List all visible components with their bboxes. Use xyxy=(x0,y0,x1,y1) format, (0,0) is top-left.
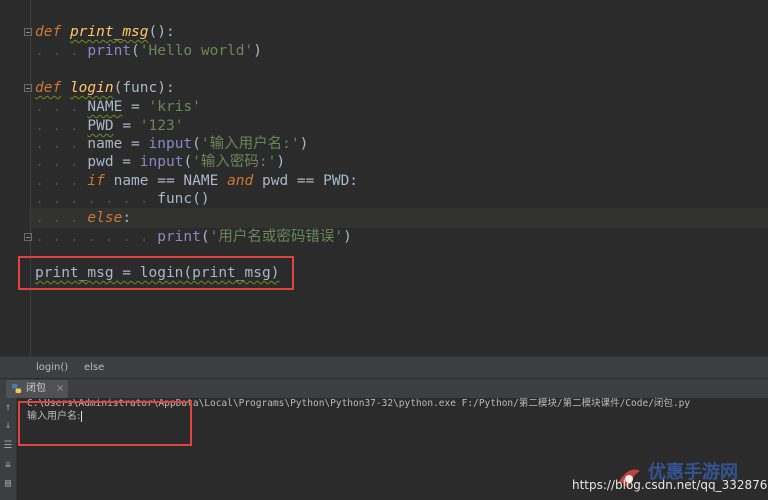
breadcrumb-item-login[interactable]: login() xyxy=(36,357,68,379)
code-line-7: . . . name = input('输入用户名:') xyxy=(35,136,309,152)
current-line-highlight xyxy=(31,208,768,228)
fold-icon[interactable] xyxy=(24,233,32,241)
code-line-10: . . . . . . . func() xyxy=(35,191,210,207)
highlight-box xyxy=(18,256,294,290)
code-line-8: . . . pwd = input('输入密码:') xyxy=(35,154,286,170)
arrow-up-icon[interactable]: ↑ xyxy=(2,402,14,414)
breadcrumb: login() else xyxy=(0,356,768,379)
breadcrumb-item-else[interactable]: else xyxy=(84,357,104,379)
code-line-1: def print_msg(): xyxy=(35,24,175,40)
code-line-5: . . . NAME = 'kris' xyxy=(35,99,201,115)
code-line-4: def login(func): xyxy=(35,80,175,96)
print-icon[interactable]: ▤ xyxy=(2,478,14,490)
code-line-6: . . . PWD = '123' xyxy=(35,118,184,134)
code-editor[interactable]: def print_msg(): . . . print('Hello worl… xyxy=(0,0,768,356)
code-line-12: . . . . . . . print('用户名或密码错误') xyxy=(35,229,352,245)
highlight-box xyxy=(18,401,192,446)
arrow-down-icon[interactable]: ↓ xyxy=(2,420,14,432)
code-line-2: . . . print('Hello world') xyxy=(35,43,263,59)
gutter-divider xyxy=(30,0,31,356)
console-toolbar: ↑ ↓ ☰ ⇊ ▤ xyxy=(0,398,17,500)
watermark-url: https://blog.csdn.net/qq_33287670 xyxy=(572,478,768,492)
code-line-9: . . . if name == NAME and pwd == PWD: xyxy=(35,173,359,189)
code-line-11: . . . else: xyxy=(35,210,132,226)
scroll-to-end-icon[interactable]: ⇊ xyxy=(2,459,14,471)
fold-icon[interactable] xyxy=(24,84,32,92)
fold-icon[interactable] xyxy=(24,28,32,36)
python-icon xyxy=(11,383,22,394)
wrap-icon[interactable]: ☰ xyxy=(2,440,14,452)
